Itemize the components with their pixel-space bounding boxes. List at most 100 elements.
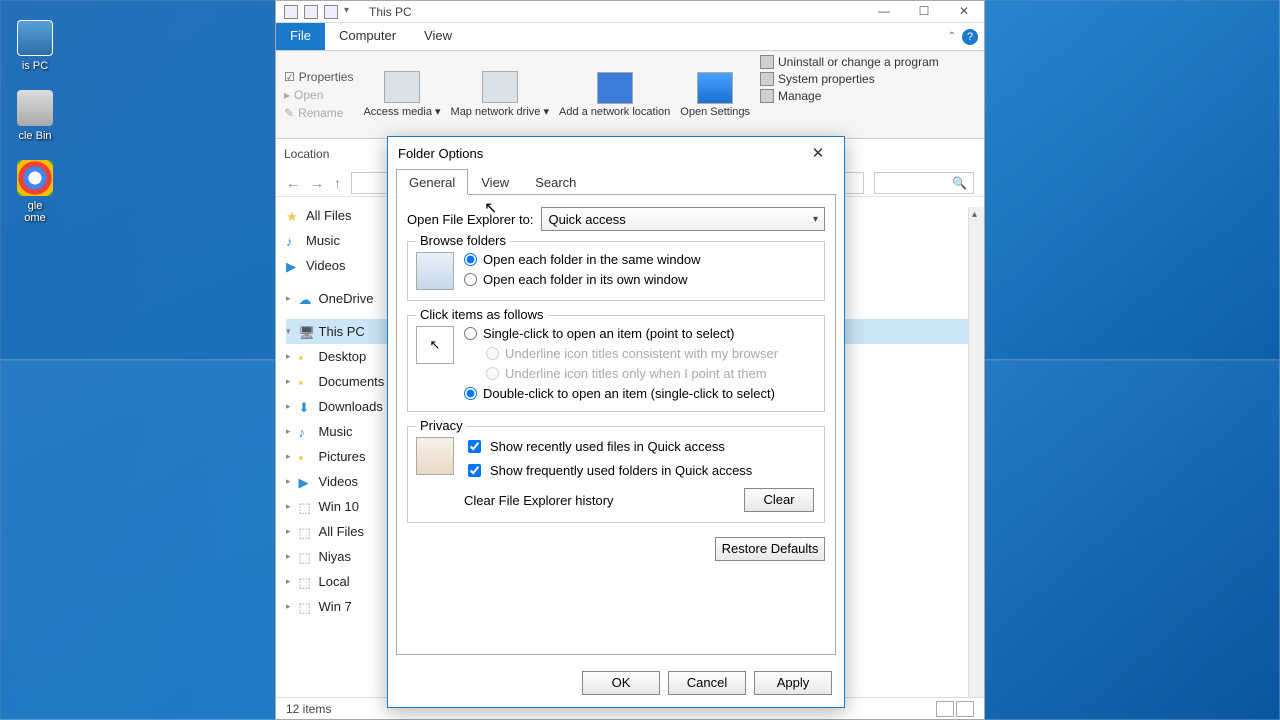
- clear-history-label: Clear File Explorer history: [464, 493, 614, 508]
- folder-icon: ▪: [299, 375, 313, 389]
- pictures-icon: ▪: [299, 450, 313, 464]
- video-icon: ▶: [286, 259, 300, 273]
- checkbox-recent-files[interactable]: Show recently used files in Quick access: [464, 437, 814, 456]
- drive-icon: ⬚: [299, 525, 313, 539]
- radio-own-window[interactable]: Open each folder in its own window: [464, 272, 814, 287]
- checkbox-frequent-folders[interactable]: Show frequently used folders in Quick ac…: [464, 461, 814, 480]
- star-icon: ★: [286, 209, 300, 223]
- ribbon-system-properties[interactable]: System properties: [760, 72, 939, 86]
- icon-label: is PC: [22, 60, 48, 72]
- music-icon: ♪: [299, 425, 313, 439]
- cancel-button[interactable]: Cancel: [668, 671, 746, 695]
- qat-dropdown-icon[interactable]: ▾: [344, 5, 349, 19]
- up-button[interactable]: ↑: [334, 175, 341, 191]
- video-icon: ▶: [299, 475, 313, 489]
- icon-label: ome: [24, 212, 45, 224]
- manage-icon: [760, 89, 774, 103]
- bin-icon: [17, 90, 53, 126]
- qat-icon[interactable]: [284, 5, 298, 19]
- click-items-group: Click items as follows ↖ Single-click to…: [407, 315, 825, 412]
- drive-icon: ⬚: [299, 600, 313, 614]
- folder-options-dialog: Folder Options ✕ General View Search Ope…: [387, 136, 845, 708]
- back-button[interactable]: ←: [286, 175, 300, 191]
- desktop-icon-this-pc[interactable]: is PC: [0, 20, 70, 72]
- view-details-button[interactable]: [936, 701, 954, 717]
- apply-button[interactable]: Apply: [754, 671, 832, 695]
- pc-icon: 🖥: [299, 325, 313, 339]
- ribbon-properties[interactable]: ☑ Properties: [284, 70, 353, 84]
- sysprops-icon: [760, 72, 774, 86]
- ribbon-access-media[interactable]: Access media ▾: [363, 55, 440, 134]
- ribbon-open[interactable]: ▸ Open: [284, 88, 353, 102]
- radio-underline-point: Underline icon titles only when I point …: [486, 366, 814, 381]
- ribbon-open-settings[interactable]: Open Settings: [680, 55, 750, 134]
- pc-icon: [17, 20, 53, 56]
- dialog-buttons: OK Cancel Apply: [388, 663, 844, 707]
- music-icon: ♪: [286, 234, 300, 248]
- icon-label: gle: [28, 200, 43, 212]
- forward-button[interactable]: →: [310, 175, 324, 191]
- desktop-icon-chrome[interactable]: gle ome: [0, 160, 70, 224]
- location-icon: [597, 72, 633, 104]
- clear-button[interactable]: Clear: [744, 488, 814, 512]
- tab-file[interactable]: File: [276, 23, 325, 50]
- cloud-icon: ☁: [299, 292, 313, 306]
- window-title: This PC: [369, 5, 412, 19]
- tab-view[interactable]: View: [468, 169, 522, 195]
- radio-underline-browser: Underline icon titles consistent with my…: [486, 346, 814, 361]
- privacy-group: Privacy Show recently used files in Quic…: [407, 426, 825, 523]
- maximize-button[interactable]: ☐: [904, 2, 944, 22]
- ribbon-tabs: File Computer View ⌃ ?: [276, 23, 984, 51]
- ribbon-manage[interactable]: Manage: [760, 89, 939, 103]
- open-to-select[interactable]: Quick access: [541, 207, 825, 231]
- location-group-label: Location: [284, 147, 329, 161]
- qat-icon[interactable]: [304, 5, 318, 19]
- group-legend: Privacy: [416, 418, 467, 433]
- desktop-icons: is PC cle Bin gle ome: [0, 20, 70, 242]
- close-button[interactable]: ✕: [802, 144, 834, 162]
- open-to-label: Open File Explorer to:: [407, 212, 533, 227]
- ribbon-map-drive[interactable]: Map network drive ▾: [451, 55, 549, 134]
- radio-single-click[interactable]: Single-click to open an item (point to s…: [464, 326, 814, 341]
- status-text: 12 items: [286, 702, 331, 716]
- ok-button[interactable]: OK: [582, 671, 660, 695]
- gear-icon: [697, 72, 733, 104]
- ribbon: ☑ Properties ▸ Open ✎ Rename Access medi…: [276, 51, 984, 139]
- dialog-tabs: General View Search: [388, 169, 844, 195]
- tab-view[interactable]: View: [410, 23, 466, 50]
- ribbon-uninstall[interactable]: Uninstall or change a program: [760, 55, 939, 69]
- close-button[interactable]: ✕: [944, 2, 984, 22]
- drive-icon: ⬚: [299, 500, 313, 514]
- view-large-button[interactable]: [956, 701, 974, 717]
- help-icon[interactable]: ?: [962, 29, 978, 45]
- minimize-button[interactable]: —: [864, 2, 904, 22]
- tab-general[interactable]: General: [396, 169, 468, 195]
- clock-icon: [416, 437, 454, 475]
- ribbon-rename[interactable]: ✎ Rename: [284, 106, 353, 120]
- tab-computer[interactable]: Computer: [325, 23, 410, 50]
- select-value: Quick access: [548, 212, 625, 227]
- drive-icon: ⬚: [299, 575, 313, 589]
- group-legend: Click items as follows: [416, 307, 548, 322]
- browse-folders-group: Browse folders Open each folder in the s…: [407, 241, 825, 301]
- search-input[interactable]: 🔍: [874, 172, 974, 194]
- media-icon: [384, 71, 420, 103]
- icon-label: cle Bin: [18, 130, 51, 142]
- ribbon-add-location[interactable]: Add a network location: [559, 55, 670, 134]
- desktop-icon-recycle-bin[interactable]: cle Bin: [0, 90, 70, 142]
- folder-icon: ▪: [299, 350, 313, 364]
- collapse-ribbon-icon[interactable]: ⌃: [948, 31, 956, 42]
- scrollbar[interactable]: [968, 207, 984, 697]
- cursor-icon: ↖: [416, 326, 454, 364]
- dialog-titlebar: Folder Options ✕: [388, 137, 844, 169]
- drive-icon: [482, 71, 518, 103]
- download-icon: ⬇: [299, 400, 313, 414]
- restore-defaults-button[interactable]: Restore Defaults: [715, 537, 825, 561]
- browse-icon: [416, 252, 454, 290]
- titlebar: ▾ This PC — ☐ ✕: [276, 1, 984, 23]
- drive-icon: ⬚: [299, 550, 313, 564]
- radio-double-click[interactable]: Double-click to open an item (single-cli…: [464, 386, 814, 401]
- tab-search[interactable]: Search: [522, 169, 589, 195]
- radio-same-window[interactable]: Open each folder in the same window: [464, 252, 814, 267]
- qat-icon[interactable]: [324, 5, 338, 19]
